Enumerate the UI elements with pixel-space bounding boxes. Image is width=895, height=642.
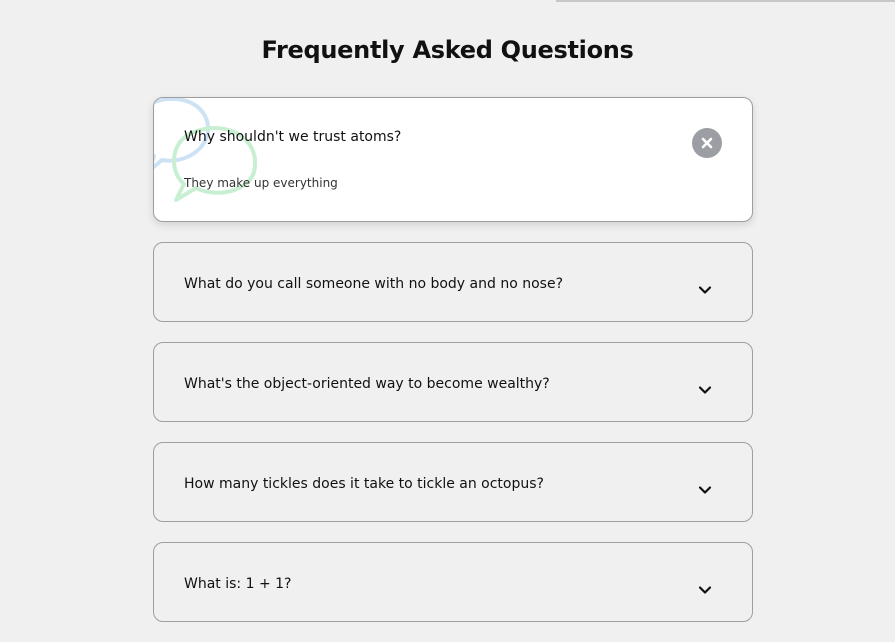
faq-item-4[interactable]: How many tickles does it take to tickle … bbox=[153, 442, 753, 522]
close-icon bbox=[701, 137, 713, 149]
faq-item-3[interactable]: What's the object-oriented way to become… bbox=[153, 342, 753, 422]
chevron-down-icon bbox=[698, 586, 712, 594]
expand-button[interactable] bbox=[690, 575, 720, 605]
chevron-down-icon bbox=[698, 386, 712, 394]
chat-bubbles-icon bbox=[154, 98, 258, 202]
close-button[interactable] bbox=[692, 128, 722, 158]
faq-list: Why shouldn't we trust atoms? They make … bbox=[153, 97, 753, 642]
chevron-down-icon bbox=[698, 286, 712, 294]
page-title: Frequently Asked Questions bbox=[261, 36, 634, 64]
faq-question: How many tickles does it take to tickle … bbox=[184, 476, 544, 492]
faq-answer: They make up everything bbox=[184, 176, 338, 190]
faq-question: What's the object-oriented way to become… bbox=[184, 376, 550, 392]
expand-button[interactable] bbox=[690, 375, 720, 405]
faq-question: What do you call someone with no body an… bbox=[184, 276, 563, 292]
faq-question: What is: 1 + 1? bbox=[184, 576, 292, 592]
faq-item-2[interactable]: What do you call someone with no body an… bbox=[153, 242, 753, 322]
top-divider bbox=[556, 0, 895, 2]
expand-button[interactable] bbox=[690, 475, 720, 505]
faq-item-1[interactable]: Why shouldn't we trust atoms? They make … bbox=[153, 97, 753, 222]
expand-button[interactable] bbox=[690, 275, 720, 305]
faq-question: Why shouldn't we trust atoms? bbox=[184, 129, 402, 145]
faq-item-5[interactable]: What is: 1 + 1? bbox=[153, 542, 753, 622]
chevron-down-icon bbox=[698, 486, 712, 494]
